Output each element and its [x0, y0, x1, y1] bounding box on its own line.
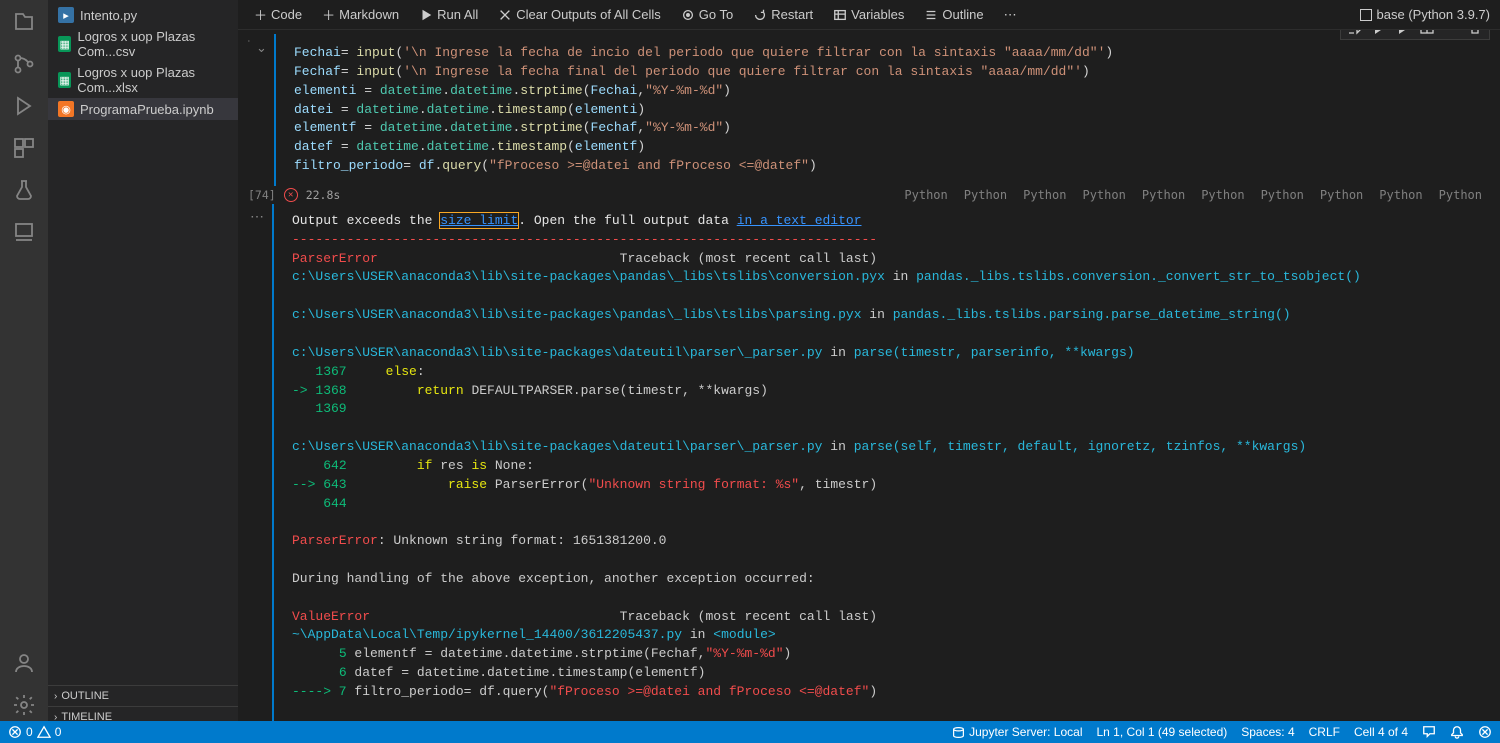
cell-toolbar: ⋯ — [1340, 30, 1490, 40]
cell-position[interactable]: Cell 4 of 4 — [1354, 725, 1408, 739]
run-debug-icon[interactable] — [12, 94, 36, 118]
run-by-line-icon[interactable] — [1347, 30, 1363, 36]
accounts-icon[interactable] — [12, 651, 36, 675]
csv-file-icon: ▦ — [58, 36, 71, 52]
file-explorer: ▸ Intento.py ▦ Logros x uop Plazas Com...c… — [48, 0, 238, 685]
cursor-position[interactable]: Ln 1, Col 1 (49 selected) — [1097, 725, 1228, 739]
xlsx-file-icon: ▦ — [58, 72, 71, 88]
file-name: Intento.py — [80, 8, 137, 23]
kernel-status-icon — [1360, 9, 1372, 21]
source-control-icon[interactable] — [12, 52, 36, 76]
chevron-right-icon: › — [54, 691, 57, 702]
execute-above-icon[interactable] — [1395, 30, 1411, 36]
indentation-status[interactable]: Spaces: 4 — [1241, 725, 1294, 739]
notebook-toolbar: ＋Code ＋Markdown Run All Clear Outputs of… — [238, 0, 1500, 30]
status-bar: 0 0 Jupyter Server: Local Ln 1, Col 1 (4… — [0, 721, 1500, 743]
split-cell-icon[interactable] — [1419, 30, 1435, 36]
testing-icon[interactable] — [12, 178, 36, 202]
jupyter-server-status[interactable]: Jupyter Server: Local — [952, 725, 1082, 739]
prettier-icon[interactable] — [1478, 725, 1492, 739]
outline-section-header[interactable]: ›OUTLINE — [48, 686, 238, 707]
restart-button[interactable]: Restart — [747, 5, 819, 24]
settings-gear-icon[interactable] — [12, 693, 36, 717]
notebook-file-icon: ◉ — [58, 101, 74, 117]
python-file-icon: ▸ — [58, 7, 74, 23]
variables-button[interactable]: Variables — [827, 5, 910, 24]
file-item[interactable]: ▦ Logros x uop Plazas Com...xlsx — [48, 62, 238, 98]
execution-status-row: [74] ✕ 22.8s PythonPythonPythonPythonPyt… — [238, 186, 1500, 204]
file-item[interactable]: ▦ Logros x uop Plazas Com...csv — [48, 26, 238, 62]
file-name: ProgramaPrueba.ipynb — [80, 102, 214, 117]
explorer-activity-icon[interactable] — [12, 10, 36, 34]
feedback-icon[interactable] — [1422, 725, 1436, 739]
cell-editor[interactable]: Fechai= input('\n Ingrese la fecha de in… — [274, 34, 1498, 186]
error-status-icon: ✕ — [284, 188, 298, 202]
clear-outputs-button[interactable]: Clear Outputs of All Cells — [492, 5, 667, 24]
output-options-icon[interactable]: ⋯ — [250, 208, 264, 225]
code-cell: ⋯ ⌄ Fechai= input('\n Ingrese la fecha d… — [240, 34, 1498, 186]
extensions-icon[interactable] — [12, 136, 36, 160]
execution-time: 22.8s — [306, 188, 341, 202]
size-limit-link[interactable]: size limit — [440, 213, 518, 228]
add-markdown-button[interactable]: ＋Markdown — [316, 3, 405, 26]
execute-cell-icon[interactable] — [1371, 30, 1387, 36]
run-cell-icon[interactable] — [248, 40, 250, 54]
more-cell-icon[interactable]: ⋯ — [1443, 30, 1459, 36]
delete-cell-icon[interactable] — [1467, 30, 1483, 36]
notifications-icon[interactable] — [1450, 725, 1464, 739]
file-name: Logros x uop Plazas Com...xlsx — [77, 65, 228, 95]
goto-button[interactable]: Go To — [675, 5, 739, 24]
outline-button[interactable]: Outline — [918, 5, 989, 24]
file-name: Logros x uop Plazas Com...csv — [77, 29, 228, 59]
kernel-selector[interactable]: base (Python 3.9.7) — [1360, 7, 1490, 22]
more-toolbar-icon[interactable]: ⋯ — [998, 5, 1023, 25]
cell-output: ⋯ Output exceeds the size limit. Open th… — [272, 204, 1500, 727]
remote-icon[interactable] — [12, 220, 36, 244]
run-all-button[interactable]: Run All — [413, 5, 484, 24]
file-item[interactable]: ◉ ProgramaPrueba.ipynb — [48, 98, 238, 120]
execution-count: [74] — [248, 188, 276, 202]
mime-buttons: PythonPythonPythonPythonPythonPythonPyth… — [904, 188, 1500, 202]
add-code-button[interactable]: ＋Code — [248, 3, 308, 26]
problems-status[interactable]: 0 0 — [8, 725, 61, 739]
cell-collapse-icon[interactable]: ⌄ — [256, 40, 266, 50]
file-item[interactable]: ▸ Intento.py — [48, 4, 238, 26]
open-text-editor-link[interactable]: in a text editor — [737, 213, 862, 228]
eol-status[interactable]: CRLF — [1309, 725, 1340, 739]
